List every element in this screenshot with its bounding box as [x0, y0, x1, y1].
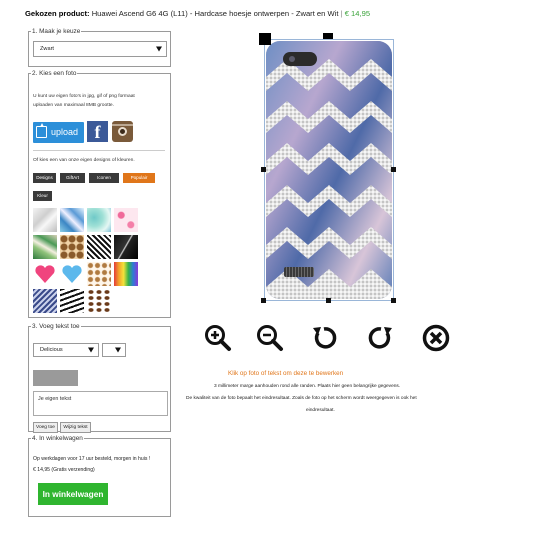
design-blue-heart[interactable] — [60, 262, 84, 286]
step-choose-legend: 1. Maak je keuze — [32, 28, 81, 35]
chevron-marble-design — [266, 41, 392, 299]
resize-handle-bottom-left[interactable] — [261, 298, 266, 303]
header-separator: | — [340, 9, 343, 18]
delete-icon — [422, 324, 450, 352]
design-marble-white[interactable] — [33, 208, 57, 232]
chevron-down-icon — [115, 347, 121, 353]
step-cart-panel: 4. In winkelwagen Op werkdagen voor 17 u… — [28, 435, 171, 517]
phone-case-preview[interactable] — [266, 41, 392, 299]
design-stripes-black[interactable] — [60, 289, 84, 313]
product-name: Huawei Ascend G6 4G (L11) - Hardcase hoe… — [91, 9, 339, 18]
design-coffee-beans[interactable] — [87, 289, 111, 313]
phone-camera — [283, 52, 317, 66]
design-cookies-pattern[interactable] — [87, 262, 111, 286]
rotate-right-button[interactable] — [366, 323, 396, 353]
upload-button[interactable]: upload — [33, 122, 84, 143]
design-flamingo-pink[interactable] — [114, 208, 138, 232]
category-designs[interactable]: Designs — [33, 173, 56, 183]
resize-handle-right[interactable] — [391, 167, 396, 172]
delivery-info: Op werkdagen voor 17 uur besteld, morgen… — [33, 456, 151, 462]
edit-text-button[interactable]: Wijzig tekst — [60, 422, 91, 433]
upload-label: upload — [51, 127, 79, 137]
zoom-in-icon — [205, 325, 231, 351]
product-header: Gekozen product: Huawei Ascend G6 4G (L1… — [25, 9, 370, 18]
design-paint-drips[interactable] — [114, 262, 138, 286]
category-kleur[interactable]: Kleur — [33, 191, 52, 201]
rotate-left-button[interactable] — [309, 323, 339, 353]
photo-divider — [33, 150, 165, 151]
design-note: Of kies een van onze eigen designs of kl… — [33, 158, 135, 163]
zoom-in-button[interactable] — [203, 323, 233, 353]
design-giraffe-pattern[interactable] — [60, 235, 84, 259]
upload-info-line1: U kunt uw eigen foto's in jpg, gif of pn… — [33, 94, 135, 99]
product-price: € 14,95 — [344, 9, 371, 18]
phone-speaker — [284, 267, 314, 277]
category-giftart[interactable]: GiftArt — [60, 173, 85, 183]
text-input[interactable]: Je eigen tekst — [33, 391, 168, 416]
design-hearts-pink[interactable] — [33, 262, 57, 286]
resize-handle-bottom[interactable] — [326, 298, 331, 303]
font-select-value: Delicious — [40, 347, 63, 353]
chevron-down-icon — [156, 46, 162, 52]
step-photo-legend: 2. Kies een foto — [32, 70, 77, 77]
category-iconen[interactable]: Iconen — [89, 173, 119, 183]
facebook-button[interactable]: f — [87, 121, 108, 142]
delete-button[interactable] — [421, 323, 451, 353]
resize-handle-bottom-right[interactable] — [391, 298, 396, 303]
step-text-panel: 3. Voeg tekst toe Delicious Je eigen tek… — [28, 323, 171, 433]
resize-handle-left[interactable] — [261, 167, 266, 172]
font-select[interactable]: Delicious — [33, 343, 99, 357]
zoom-out-button[interactable] — [255, 323, 285, 353]
design-watercolor-teal[interactable] — [87, 208, 111, 232]
design-chevron-black[interactable] — [87, 235, 111, 259]
margin-note: 3 millimeter marge aanhouden rond alle r… — [214, 384, 401, 389]
zoom-out-icon — [257, 325, 283, 351]
design-crystal-blue[interactable] — [60, 208, 84, 232]
text-input-value: Je eigen tekst — [38, 396, 72, 402]
instagram-icon — [118, 127, 127, 136]
size-select[interactable] — [102, 343, 126, 357]
add-text-button[interactable]: Voeg toe — [33, 422, 58, 433]
color-select[interactable]: Zwart — [33, 41, 167, 57]
chevron-down-icon — [88, 347, 94, 353]
text-color-swatch[interactable] — [33, 370, 78, 386]
price-info: € 14,95 (Gratis verzending) — [33, 467, 95, 473]
edit-hint: Klik op foto of tekst om deze te bewerke… — [228, 370, 344, 377]
step-cart-legend: 4. In winkelwagen — [32, 435, 83, 442]
rotate-handle[interactable] — [323, 33, 333, 39]
instagram-button[interactable] — [112, 121, 133, 142]
design-tropical-leaves[interactable] — [33, 235, 57, 259]
rotate-left-icon — [313, 327, 337, 349]
upload-info: U kunt uw eigen foto's in jpg, gif of pn… — [33, 92, 165, 110]
quality-note-line2: eindresultaat. — [306, 408, 335, 413]
step-text-legend: 3. Voeg tekst toe — [32, 323, 80, 330]
design-chevron-blue[interactable] — [33, 289, 57, 313]
category-populair[interactable]: Populair — [123, 173, 155, 183]
instagram-strip — [112, 124, 133, 126]
chosen-product-label: Gekozen product: — [25, 9, 90, 18]
step-photo-panel: 2. Kies een foto U kunt uw eigen foto's … — [28, 70, 171, 318]
quality-note-line1: De kwaliteit van de foto bepaalt het ein… — [186, 396, 417, 401]
drag-handle[interactable] — [259, 33, 271, 45]
step-choose-panel: 1. Maak je keuze Zwart — [28, 28, 171, 67]
design-marble-black[interactable] — [114, 235, 138, 259]
add-to-cart-button[interactable]: In winkelwagen — [38, 483, 108, 505]
color-select-value: Zwart — [40, 46, 54, 52]
rotate-right-icon — [368, 327, 392, 349]
upload-info-line2: uploaden van maximaal 8MB grootte. — [33, 103, 115, 108]
upload-icon — [36, 123, 47, 138]
